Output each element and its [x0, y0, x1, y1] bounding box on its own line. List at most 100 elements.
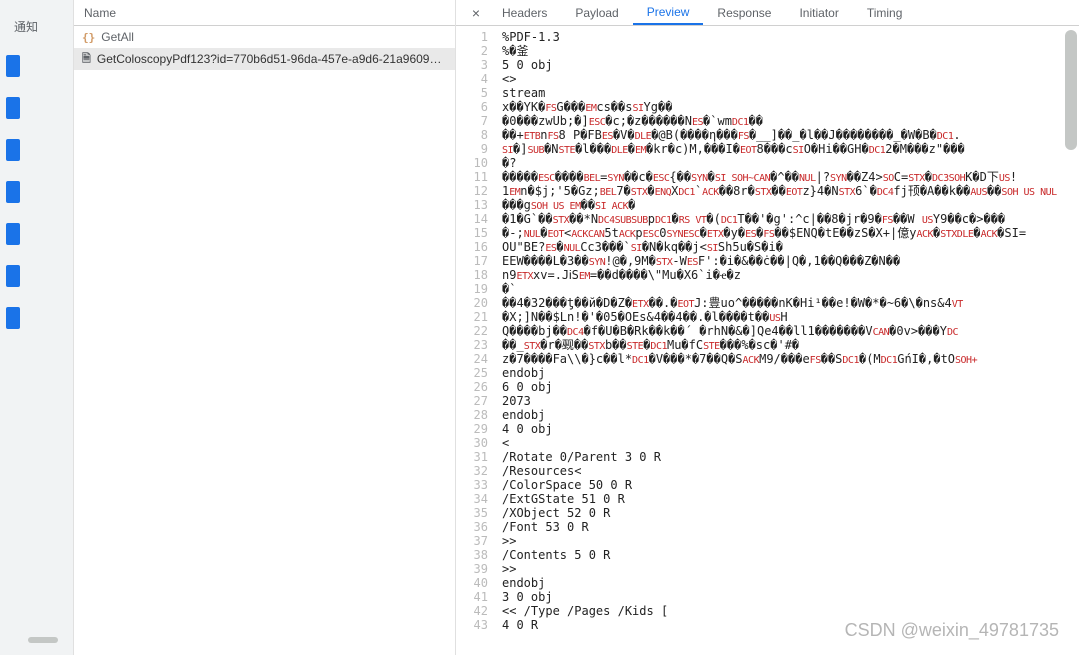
code-line: >> [502, 562, 1079, 576]
code-content: %PDF-1.3%�釜5 0 obj<>streamx��YK�FSG���EM… [496, 26, 1079, 655]
line-number: 36 [456, 520, 488, 534]
sidebar-chip[interactable] [6, 181, 20, 203]
code-line: 4 0 R [502, 618, 1079, 632]
request-list-panel: Name {}GetAll 🗎 GetColoscopyPdf123?id=770b… [74, 0, 456, 655]
code-line: Q����bj��DC4�f�U�B�Rk��k��´ �rhN�&�]Qe4�… [502, 324, 1079, 338]
code-line: n9ETXxv=.JᎥSEM=��d����\"Mu�X6`i�ҽ�z [502, 268, 1079, 282]
code-line: SI�]SUB�NSTE�l���DLE�EM�kr�c)M,���I�EOT8… [502, 142, 1079, 156]
line-number: 2 [456, 44, 488, 58]
code-line: �����ESC����BEL=SYN��c�ESC{��SYN�SI SOH~… [502, 170, 1079, 184]
line-number: 3 [456, 58, 488, 72]
code-line: endobj [502, 408, 1079, 422]
code-line: ��+ETBnFS8 P�FBES�V�DLE�@B(����η���FS�__… [502, 128, 1079, 142]
json-icon: {} [82, 31, 95, 44]
line-number: 22 [456, 324, 488, 338]
line-number: 12 [456, 184, 488, 198]
code-line: �` [502, 282, 1079, 296]
code-line: stream [502, 86, 1079, 100]
close-icon[interactable]: × [464, 5, 488, 21]
line-number: 33 [456, 478, 488, 492]
line-number: 16 [456, 240, 488, 254]
code-line: /Font 53 0 R [502, 520, 1079, 534]
line-number: 27 [456, 394, 488, 408]
sidebar-label: 通知 [14, 18, 67, 35]
code-line: �1�G`��STX��*NDC4SUBSUBpDC1�RS VT�(DC1T�… [502, 212, 1079, 226]
line-number: 25 [456, 366, 488, 380]
line-number: 17 [456, 254, 488, 268]
request-row[interactable]: {}GetAll [74, 26, 455, 48]
code-line: 3 0 obj [502, 590, 1079, 604]
line-number: 11 [456, 170, 488, 184]
line-number: 4 [456, 72, 488, 86]
line-number: 26 [456, 380, 488, 394]
line-number: 18 [456, 268, 488, 282]
tab-preview[interactable]: Preview [633, 0, 704, 25]
line-number: 35 [456, 506, 488, 520]
sidebar-chip[interactable] [6, 97, 20, 119]
left-sidebar: 通知 [0, 0, 74, 655]
line-number: 13 [456, 198, 488, 212]
code-line: 1EMn�$j;'5�Gz;BEL7�STX�ENQXDC1`ACK��8r�S… [502, 184, 1079, 198]
code-line: 5 0 obj [502, 58, 1079, 72]
line-number: 1 [456, 30, 488, 44]
line-number: 29 [456, 422, 488, 436]
line-number: 10 [456, 156, 488, 170]
details-panel: × HeadersPayloadPreviewResponseInitiator… [456, 0, 1079, 655]
line-number: 41 [456, 590, 488, 604]
line-number: 43 [456, 618, 488, 632]
line-gutter: 1234567891011121314151617181920212223242… [456, 26, 496, 655]
sidebar-chip[interactable] [6, 223, 20, 245]
name-column-header[interactable]: Name [74, 0, 455, 26]
line-number: 6 [456, 100, 488, 114]
line-number: 38 [456, 548, 488, 562]
preview-area[interactable]: 1234567891011121314151617181920212223242… [456, 26, 1079, 655]
line-number: 42 [456, 604, 488, 618]
vertical-scrollbar[interactable] [1065, 30, 1077, 150]
sidebar-chip[interactable] [6, 55, 20, 77]
sidebar-chip[interactable] [6, 307, 20, 329]
code-line: %�釜 [502, 44, 1079, 58]
code-line: /Rotate 0/Parent 3 0 R [502, 450, 1079, 464]
code-line: �0���zwUb;�]ESC�c;�z������NES�`wmDC1�� [502, 114, 1079, 128]
code-line: /ExtGState 51 0 R [502, 492, 1079, 506]
request-name: GetColoscopyPdf123?id=770b6d51-96da-457e… [97, 52, 447, 66]
code-line: endobj [502, 366, 1079, 380]
line-number: 19 [456, 282, 488, 296]
code-line: << /Type /Pages /Kids [ [502, 604, 1079, 618]
line-number: 20 [456, 296, 488, 310]
code-line: ���gSOH US EM��SI ACK� [502, 198, 1079, 212]
code-line: /ColorSpace 50 0 R [502, 478, 1079, 492]
code-line: <> [502, 72, 1079, 86]
tab-initiator[interactable]: Initiator [785, 0, 852, 25]
tab-timing[interactable]: Timing [853, 0, 917, 25]
document-icon: 🗎 [82, 50, 91, 69]
code-line: 6 0 obj [502, 380, 1079, 394]
code-line: %PDF-1.3 [502, 30, 1079, 44]
code-line: �-;NUL�EOT<ACKCAN5tACKpESC0SYNESC�ETX�y�… [502, 226, 1079, 240]
request-row[interactable]: 🗎 GetColoscopyPdf123?id=770b6d51-96da-457… [74, 48, 455, 70]
line-number: 32 [456, 464, 488, 478]
line-number: 39 [456, 562, 488, 576]
line-number: 37 [456, 534, 488, 548]
line-number: 5 [456, 86, 488, 100]
line-number: 14 [456, 212, 488, 226]
tab-response[interactable]: Response [703, 0, 785, 25]
details-tabbar: × HeadersPayloadPreviewResponseInitiator… [456, 0, 1079, 26]
sidebar-chip[interactable] [6, 139, 20, 161]
code-line: 2073 [502, 394, 1079, 408]
sidebar-chip[interactable] [6, 265, 20, 287]
code-line: endobj [502, 576, 1079, 590]
code-line: ��_STX�r�觋��STXb��STE�DC1Mu�fCSTE���%�sc… [502, 338, 1079, 352]
tab-headers[interactable]: Headers [488, 0, 561, 25]
code-line: < [502, 436, 1079, 450]
code-line: 4 0 obj [502, 422, 1079, 436]
line-number: 40 [456, 576, 488, 590]
tab-payload[interactable]: Payload [561, 0, 632, 25]
code-line: x��YK�FSG���EMcs��sSIYg�� [502, 100, 1079, 114]
line-number: 28 [456, 408, 488, 422]
line-number: 9 [456, 142, 488, 156]
code-line: z�7����Fa\\�}c��l*DC1�V���*�7��Q�SACKM9/… [502, 352, 1079, 366]
line-number: 15 [456, 226, 488, 240]
line-number: 21 [456, 310, 488, 324]
code-line: /Resources< [502, 464, 1079, 478]
